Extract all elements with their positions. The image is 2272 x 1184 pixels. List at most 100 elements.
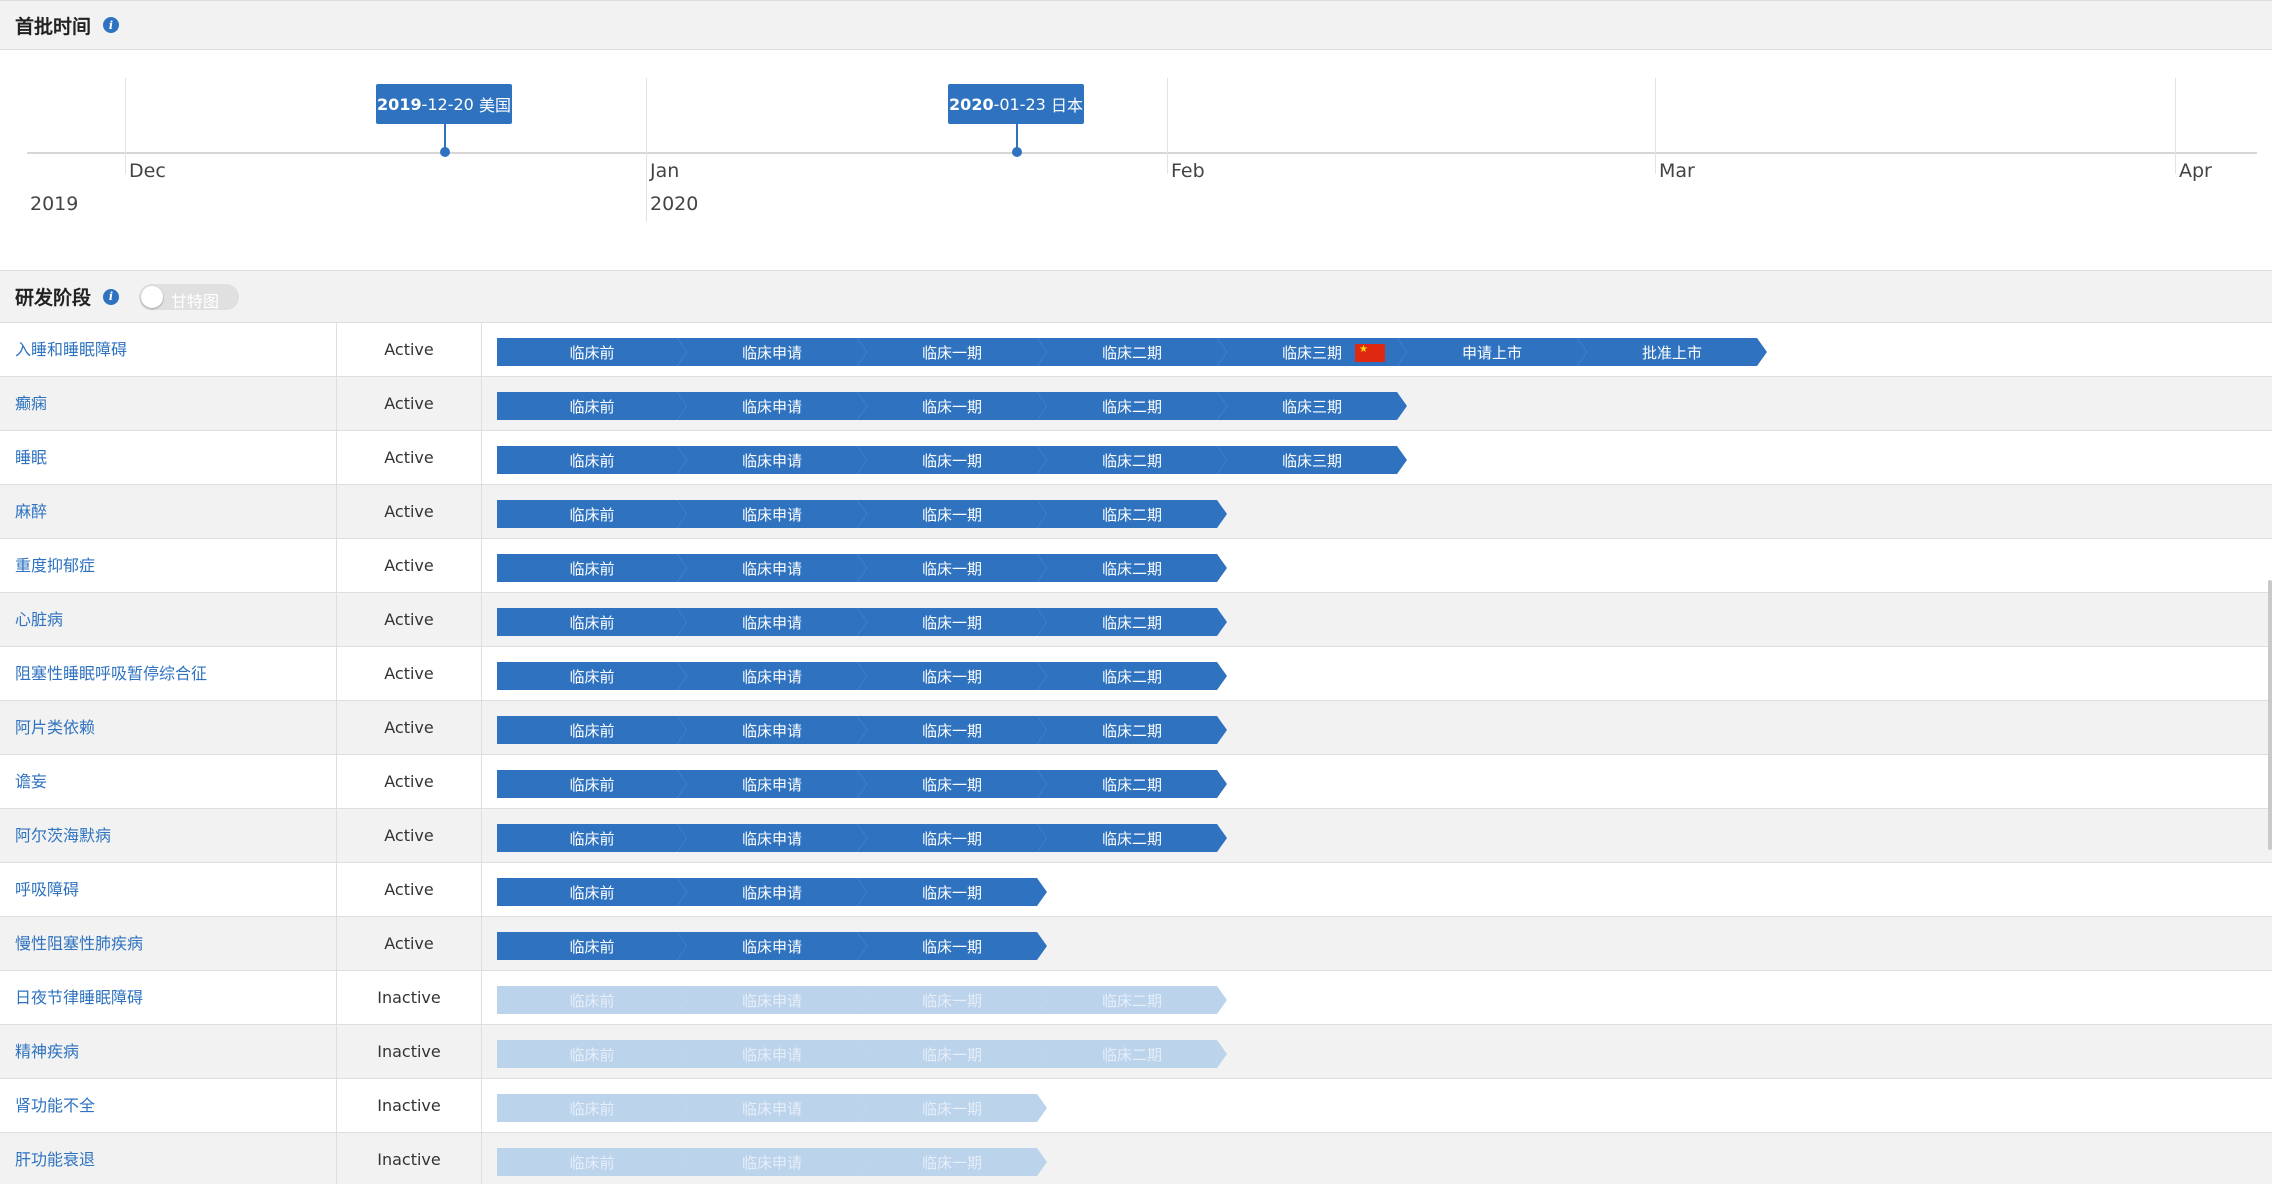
stage-label: 临床前 (569, 937, 615, 956)
stage-chevron: 临床前 (497, 1148, 687, 1176)
stage-progress: 临床前 临床申请 临床一期 临床二期 临床三期 (497, 392, 1407, 420)
stage-label: 批准上市 (1641, 343, 1702, 362)
month-label-jan: Jan (650, 160, 680, 182)
stage-label: 临床前 (569, 559, 615, 578)
info-icon[interactable]: i (103, 288, 120, 305)
stage-chevron: 临床前 (497, 824, 687, 852)
indication-link[interactable]: 心脏病 (15, 593, 63, 647)
event-date: -01-23 (993, 94, 1046, 114)
stage-progress: 临床前 临床申请 临床一期 临床二期 (497, 554, 1227, 582)
indication-link[interactable]: 阻塞性睡眠呼吸暂停综合征 (15, 647, 207, 701)
stage-label: 临床一期 (921, 991, 982, 1010)
event-year: 2020 (949, 94, 994, 114)
stage-chevron: 临床一期 (857, 878, 1047, 906)
indication-link[interactable]: 肝功能衰退 (15, 1133, 95, 1184)
month-tick (646, 78, 647, 174)
stage-label: 临床前 (569, 829, 615, 848)
indication-link[interactable]: 睡眠 (15, 431, 47, 485)
stage-label: 临床一期 (921, 613, 982, 632)
stage-chevron: 临床二期 (1037, 446, 1227, 474)
gantt-toggle[interactable]: 甘特图 (139, 283, 240, 311)
stage-label: 临床申请 (741, 775, 802, 794)
status-cell: Active (336, 809, 482, 863)
indication-link[interactable]: 慢性阻塞性肺疾病 (15, 917, 143, 971)
indication-link[interactable]: 精神疾病 (15, 1025, 79, 1079)
table-row: 日夜节律睡眠障碍 Inactive 临床前 临床申请 临床一期 临床二期 (0, 971, 2272, 1025)
table-row: 入睡和睡眠障碍 Active 临床前 临床申请 临床一期 临床二期 临床三期 ★ 申请上市 批准上… (0, 323, 2272, 377)
stage-label: 临床一期 (921, 883, 982, 902)
stage-chevron: 临床三期 (1217, 446, 1407, 474)
event-stem (444, 124, 446, 148)
stage-chevron: 临床申请 (677, 770, 867, 798)
stage-label: 临床前 (569, 721, 615, 740)
stage-chevron: 临床申请 (677, 554, 867, 582)
stage-label: 临床三期 (1281, 451, 1342, 470)
stage-chevron: 临床申请 (677, 500, 867, 528)
stage-label: 临床申请 (741, 451, 802, 470)
stage-label: 临床一期 (921, 721, 982, 740)
indication-link[interactable]: 入睡和睡眠障碍 (15, 323, 127, 377)
stage-label: 临床申请 (741, 1099, 802, 1118)
event-stem (1016, 124, 1018, 148)
stage-chevron: 临床前 (497, 770, 687, 798)
info-icon[interactable]: i (103, 17, 120, 33)
stage-chevron: 临床二期 (1037, 338, 1227, 366)
stage-label: 临床一期 (921, 451, 982, 470)
stage-label: 临床二期 (1101, 1045, 1162, 1064)
status-cell: Active (336, 863, 482, 917)
year-tick (646, 170, 647, 222)
stage-chevron: 临床前 (497, 500, 687, 528)
rd-stage-title: 研发阶段 (15, 287, 92, 309)
stage-progress: 临床前 临床申请 临床一期 (497, 878, 1047, 906)
stage-chevron: 临床前 (497, 392, 687, 420)
scrollbar[interactable] (2268, 580, 2272, 850)
month-tick (125, 78, 126, 174)
stage-chevron: 临床二期 (1037, 986, 1227, 1014)
approval-event-us[interactable]: 2019 -12-20 美国 (376, 84, 512, 124)
indication-link[interactable]: 阿尔茨海默病 (15, 809, 111, 863)
stage-chevron: 临床二期 (1037, 824, 1227, 852)
indication-link[interactable]: 阿片类依赖 (15, 701, 95, 755)
rd-stage-header: 研发阶段 i 甘特图 (0, 270, 2272, 323)
indication-link[interactable]: 癫痫 (15, 377, 47, 431)
stage-label: 临床一期 (921, 1099, 982, 1118)
stage-label: 临床二期 (1101, 613, 1162, 632)
indication-link[interactable]: 日夜节律睡眠障碍 (15, 971, 143, 1025)
stage-label: 临床申请 (741, 1153, 802, 1172)
approval-event-jp[interactable]: 2020 -01-23 日本 (948, 84, 1084, 124)
indication-link[interactable]: 肾功能不全 (15, 1079, 95, 1133)
indication-link[interactable]: 麻醉 (15, 485, 47, 539)
stage-label: 临床申请 (741, 397, 802, 416)
status-cell: Active (336, 593, 482, 647)
table-row: 阻塞性睡眠呼吸暂停综合征 Active 临床前 临床申请 临床一期 临床二期 (0, 647, 2272, 701)
stage-chevron: 临床二期 (1037, 608, 1227, 636)
status-cell: Active (336, 485, 482, 539)
indication-link[interactable]: 重度抑郁症 (15, 539, 95, 593)
stage-chevron: 临床申请 (677, 338, 867, 366)
stage-label: 临床三期 (1281, 343, 1342, 362)
indication-link[interactable]: 呼吸障碍 (15, 863, 79, 917)
stage-label: 临床申请 (741, 721, 802, 740)
month-label-apr: Apr (2179, 160, 2212, 182)
stage-label: 申请上市 (1461, 343, 1522, 362)
stage-progress: 临床前 临床申请 临床一期 临床二期 临床三期 ★ 申请上市 批准上市 (497, 338, 1767, 366)
event-dot[interactable] (1012, 147, 1022, 157)
stage-chevron: 临床申请 (677, 716, 867, 744)
stage-chevron: 临床三期 ★ (1217, 338, 1407, 366)
status-cell: Inactive (336, 971, 482, 1025)
table-row: 呼吸障碍 Active 临床前 临床申请 临床一期 (0, 863, 2272, 917)
event-dot[interactable] (440, 147, 450, 157)
indication-link[interactable]: 谵妄 (15, 755, 47, 809)
stage-progress: 临床前 临床申请 临床一期 临床二期 (497, 1040, 1227, 1068)
month-label-dec: Dec (129, 160, 166, 182)
stage-chevron: 临床一期 (857, 662, 1047, 690)
stage-label: 临床前 (569, 1153, 615, 1172)
stage-label: 临床申请 (741, 1045, 802, 1064)
stage-label: 临床前 (569, 397, 615, 416)
stage-label: 临床申请 (741, 883, 802, 902)
year-label-2019: 2019 (30, 193, 79, 215)
stage-chevron: 临床申请 (677, 392, 867, 420)
stage-label: 临床前 (569, 991, 615, 1010)
table-row: 阿尔茨海默病 Active 临床前 临床申请 临床一期 临床二期 (0, 809, 2272, 863)
table-row: 麻醉 Active 临床前 临床申请 临床一期 临床二期 (0, 485, 2272, 539)
